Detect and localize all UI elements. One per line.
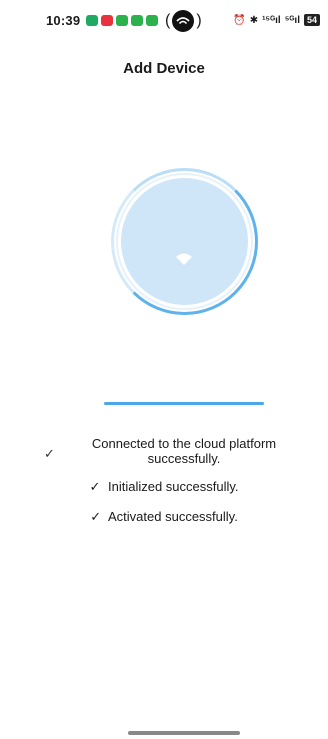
status-time: 10:39 [46, 13, 81, 28]
step-initialized: ✓ Initialized successfully. [0, 479, 328, 495]
check-icon: ✓ [90, 509, 102, 524]
system-icons: ⏰ ✱ ¹⁵ᴳıl ⁵ᴳıl 54 [233, 14, 320, 26]
home-indicator[interactable] [128, 731, 240, 735]
app-notification-icon [86, 15, 98, 26]
hotspot-icon [172, 10, 195, 32]
signal-icon: ⁵ᴳıl [284, 14, 300, 26]
app-notification-icon [131, 15, 143, 26]
battery-icon: 54 [303, 14, 320, 26]
step-activated: ✓ Activated successfully. [0, 509, 328, 525]
app-notification-icon [116, 15, 128, 26]
connection-progress-bar [104, 402, 264, 405]
page-title: Add Device [123, 60, 205, 77]
step-label: Activated successfully. [108, 509, 238, 524]
alarm-icon: ⏰ [233, 14, 246, 26]
check-icon: ✓ [89, 479, 101, 494]
step-cloud-connected: Connected to the cloud platform successf… [91, 436, 277, 466]
hotspot-indicator: ( ) [165, 10, 202, 32]
check-icon: ✓ [44, 446, 55, 461]
notification-icons [86, 15, 158, 26]
app-notification-icon [101, 15, 113, 26]
status-bar: 10:39 ( ) ⏰ ✱ ¹⁵ᴳıl ⁵ᴳıl 54 [0, 0, 328, 40]
device-disc [121, 178, 248, 305]
signal-icon: ¹⁵ᴳıl [262, 14, 281, 26]
step-label: Initialized successfully. [107, 479, 239, 494]
wifi-icon [176, 253, 192, 265]
bluetooth-icon: ✱ [249, 14, 259, 26]
app-notification-icon [146, 15, 158, 26]
